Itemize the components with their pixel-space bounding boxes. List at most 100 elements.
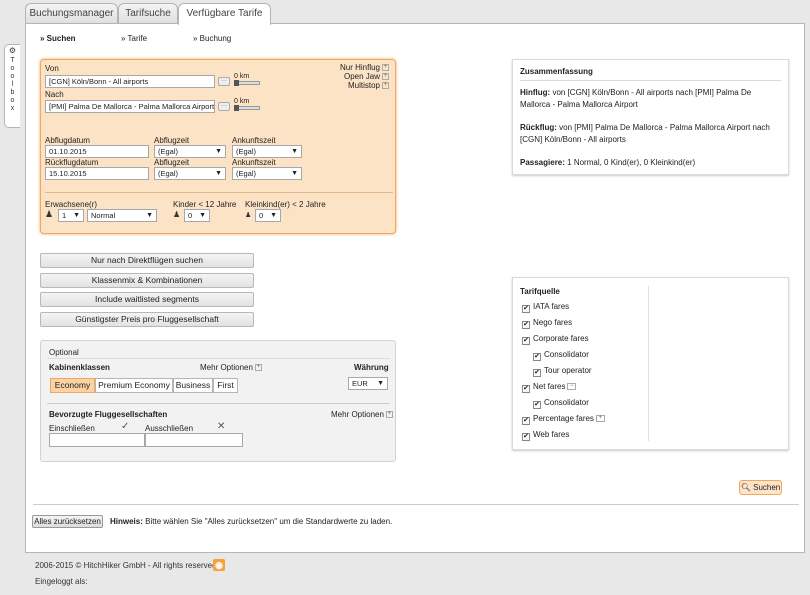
cb-web-fares[interactable]: ✔ Web fares xyxy=(522,430,569,441)
tarifquelle-title: Tarifquelle xyxy=(520,287,560,296)
von-input[interactable]: [CGN] Köln/Bonn - All airports xyxy=(45,75,215,88)
copyright-text: 2006-2015 © HitchHiker GmbH - All rights… xyxy=(35,561,217,570)
tab-tarifsuche[interactable]: Tarifsuche xyxy=(118,3,178,24)
child-icon: ♟ xyxy=(173,210,181,219)
ausschliessen-input[interactable] xyxy=(145,433,243,447)
von-label: Von xyxy=(45,64,59,73)
nur-hinflug-option[interactable]: Nur Hinflug + xyxy=(340,63,389,72)
ankunftszeit2-select[interactable]: (Egal) ▼ xyxy=(232,167,302,180)
rss-icon[interactable]: ◉ xyxy=(213,559,225,571)
dropdown-arrow-icon: ▼ xyxy=(270,212,277,219)
dropdown-arrow-icon: ▼ xyxy=(215,170,222,177)
checkbox-checked-icon: ✔ xyxy=(522,305,530,313)
nach-km-label: 0 km xyxy=(234,98,250,105)
waehrung-select[interactable]: EUR ▼ xyxy=(348,377,388,390)
optional-title: Optional xyxy=(49,348,79,357)
class-first[interactable]: First xyxy=(213,378,238,393)
kleinkind-label: Kleinkind(er) < 2 Jahre xyxy=(245,200,326,209)
dropdown-arrow-icon: ▼ xyxy=(199,212,206,219)
von-lookup-button[interactable]: ··· xyxy=(218,77,230,86)
summary-passagiere: Passagiere: 1 Normal, 0 Kind(er), 0 Klei… xyxy=(520,158,696,167)
dropdown-arrow-icon: ▼ xyxy=(291,170,298,177)
cb-nego-fares[interactable]: ✔ Nego fares xyxy=(522,318,572,329)
plus-icon: + xyxy=(382,73,389,81)
von-radius-slider[interactable] xyxy=(234,80,260,86)
infant-icon: ♟ xyxy=(245,212,252,219)
abflugdatum-label: Abflugdatum xyxy=(45,136,90,145)
checkbox-checked-icon: ✔ xyxy=(522,337,530,345)
reset-hint: Hinweis: Bitte wählen Sie "Alles zurücks… xyxy=(110,517,393,526)
erwachsene-type-select[interactable]: Normal ▼ xyxy=(87,209,157,222)
abflugzeit-select[interactable]: (Egal) ▼ xyxy=(154,145,226,158)
tarifquelle-panel: Tarifquelle ✔ IATA fares ✔ Nego fares ✔ Cor… xyxy=(512,277,789,450)
plus-icon: + xyxy=(385,411,393,419)
trip-type-options: Nur Hinflug + Open Jaw + Multistop + xyxy=(340,63,389,90)
multistop-option[interactable]: Multistop + xyxy=(340,81,389,90)
dropdown-arrow-icon: ▼ xyxy=(215,148,222,155)
checkbox-checked-icon: ✔ xyxy=(522,321,530,329)
checkbox-checked-icon: ✔ xyxy=(533,353,541,361)
tab-buchungsmanager[interactable]: Buchungsmanager xyxy=(25,3,118,24)
einschliessen-label: Einschließen xyxy=(49,424,95,433)
kabinenklassen-label: Kabinenklassen xyxy=(49,363,110,372)
nach-lookup-button[interactable]: ··· xyxy=(218,102,230,111)
dropdown-arrow-icon: ▼ xyxy=(73,212,80,219)
ankunftszeit-label: Ankunftszeit xyxy=(232,136,276,145)
summary-title: Zusammenfassung xyxy=(520,66,781,81)
nach-input[interactable]: [PMI] Palma De Mallorca - Palma Mallorca… xyxy=(45,100,215,113)
ankunftszeit-select[interactable]: (Egal) ▼ xyxy=(232,145,302,158)
checkbox-checked-icon: ✔ xyxy=(522,433,530,441)
kinder-count-select[interactable]: 0 ▼ xyxy=(184,209,210,222)
kleinkind-count-select[interactable]: 0 ▼ xyxy=(255,209,281,222)
direktfluege-button[interactable]: Nur nach Direktflügen suchen xyxy=(40,253,254,268)
search-form: Von [CGN] Köln/Bonn - All airports ··· 0… xyxy=(40,59,396,234)
rueckflugdatum-input[interactable]: 15.10.2015 xyxy=(45,167,149,180)
von-km-label: 0 km xyxy=(234,73,250,80)
waitlisted-button[interactable]: Include waitlisted segments xyxy=(40,292,254,307)
abflugzeit2-label: Abflugzeit xyxy=(154,158,190,167)
abflugzeit-label: Abflugzeit xyxy=(154,136,190,145)
einschliessen-input[interactable] xyxy=(49,433,145,447)
summary-panel: Zusammenfassung Hinflug: von [CGN] Köln/… xyxy=(512,59,789,175)
step-tarife: » Tarife xyxy=(121,34,148,43)
cb-tour-operator[interactable]: ✔ Tour operator xyxy=(533,366,592,377)
reset-button[interactable]: Alles zurücksetzen xyxy=(32,515,103,528)
ankunftszeit2-label: Ankunftszeit xyxy=(232,158,276,167)
tab-bar: Buchungsmanager Tarifsuche Verfügbare Ta… xyxy=(0,0,810,25)
optional-panel: Optional Kabinenklassen Mehr Optionen + W… xyxy=(40,340,396,462)
toolbox-label: Toolbox xyxy=(10,57,15,112)
abflugdatum-input[interactable]: 01.10.2015 xyxy=(45,145,149,158)
mehr-optionen-airlines[interactable]: Mehr Optionen + xyxy=(331,410,393,419)
erwachsene-count-select[interactable]: 1 ▼ xyxy=(58,209,84,222)
nach-radius-slider[interactable] xyxy=(234,105,260,111)
class-premium-economy[interactable]: Premium Economy xyxy=(95,378,173,393)
dropdown-arrow-icon: ▼ xyxy=(291,148,298,155)
airlines-label: Bevorzugte Fluggesellschaften xyxy=(49,410,168,419)
tab-verfuegbare-tarife[interactable]: Verfügbare Tarife xyxy=(178,3,271,25)
summary-rueckflug: Rückflug: von [PMI] Palma De Mallorca - … xyxy=(520,123,770,144)
abflugzeit2-select[interactable]: (Egal) ▼ xyxy=(154,167,226,180)
cb-iata-fares[interactable]: ✔ IATA fares xyxy=(522,302,569,313)
guenstigster-preis-button[interactable]: Günstigster Preis pro Fluggesellschaft xyxy=(40,312,254,327)
ausschliessen-label: Ausschließen xyxy=(145,424,194,433)
suchen-button[interactable]: 🔍︎ Suchen xyxy=(739,480,782,495)
gear-icon: ⚙ xyxy=(8,46,17,55)
plus-icon: + xyxy=(382,64,389,72)
nach-label: Nach xyxy=(45,90,64,99)
cb-corporate-fares[interactable]: ✔ Corporate fares xyxy=(522,334,589,345)
cb-net-consolidator[interactable]: ✔ Consolidator xyxy=(533,398,589,409)
erwachsene-label: Erwachsene(r) xyxy=(45,200,98,209)
cb-net-fares[interactable]: ✔ Net fares − xyxy=(522,382,577,393)
dropdown-arrow-icon: ▼ xyxy=(146,212,153,219)
mehr-optionen-kabinen[interactable]: Mehr Optionen + xyxy=(200,363,262,372)
cb-corporate-consolidator[interactable]: ✔ Consolidator xyxy=(533,350,589,361)
class-economy[interactable]: Economy xyxy=(50,378,95,393)
dropdown-arrow-icon: ▼ xyxy=(377,380,384,387)
toolbox-tab[interactable]: ⚙ Toolbox xyxy=(4,44,20,128)
step-suchen: » Suchen xyxy=(40,34,76,43)
search-icon: 🔍︎ xyxy=(740,483,751,492)
class-business[interactable]: Business xyxy=(173,378,213,393)
open-jaw-option[interactable]: Open Jaw + xyxy=(340,72,389,81)
klassenmix-button[interactable]: Klassenmix & Kombinationen xyxy=(40,273,254,288)
cb-percentage-fares[interactable]: ✔ Percentage fares + xyxy=(522,414,605,425)
